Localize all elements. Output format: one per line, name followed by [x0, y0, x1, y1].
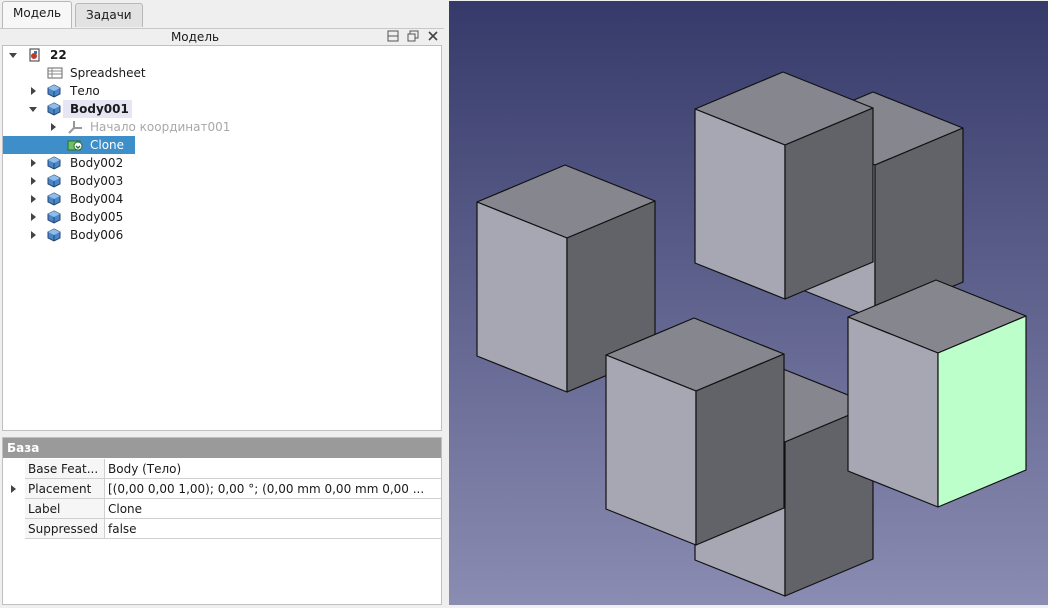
- tree-item[interactable]: Body006: [3, 226, 441, 244]
- tree-item[interactable]: Body003: [3, 172, 441, 190]
- 3d-viewport[interactable]: [449, 1, 1048, 605]
- property-name: Placement: [25, 479, 105, 499]
- spreadsheet-icon: [47, 66, 63, 80]
- property-name: Label: [25, 499, 105, 519]
- left-panel: Модель Задачи Модель 22 Spreadsheet Тело Bo…: [0, 0, 446, 605]
- panel-header: Модель: [0, 28, 444, 46]
- collapsed-arrow-icon[interactable]: [31, 195, 36, 203]
- tree-item-label: Body001: [63, 100, 132, 118]
- tree-item-label: Clone: [90, 138, 125, 152]
- tree-item[interactable]: Body005: [3, 208, 441, 226]
- collapsed-arrow-icon[interactable]: [31, 159, 36, 167]
- body-icon: [47, 228, 61, 242]
- expanded-arrow-icon[interactable]: [9, 53, 17, 58]
- property-value[interactable]: Clone: [105, 499, 441, 519]
- float-panel-icon[interactable]: [406, 30, 420, 44]
- tree-item[interactable]: Clone: [3, 136, 441, 154]
- body-icon: [47, 192, 61, 206]
- property-name: Suppressed: [25, 519, 105, 539]
- tree-item[interactable]: Spreadsheet: [3, 64, 441, 82]
- close-panel-icon[interactable]: [426, 30, 440, 44]
- model-tree[interactable]: 22 Spreadsheet Тело Body001 Начало координат…: [2, 45, 442, 431]
- property-group-header: База: [3, 438, 441, 458]
- body-icon: [47, 102, 61, 116]
- property-value[interactable]: Body (Тело): [105, 459, 441, 479]
- property-value[interactable]: [(0,00 0,00 1,00); 0,00 °; (0,00 mm 0,00…: [105, 479, 441, 499]
- tree-item-label: Body005: [70, 210, 124, 224]
- collapsed-arrow-icon[interactable]: [31, 87, 36, 95]
- collapsed-arrow-icon[interactable]: [51, 123, 56, 131]
- tree-item[interactable]: Body001: [3, 100, 441, 118]
- tree-item-label: 22: [50, 48, 67, 62]
- tab-tasks[interactable]: Задачи: [75, 3, 143, 27]
- tree-item-label: Body002: [70, 156, 124, 170]
- expand-arrow-icon[interactable]: [11, 485, 16, 493]
- body-icon: [47, 210, 61, 224]
- body-icon: [47, 156, 61, 170]
- document-icon: [27, 48, 41, 62]
- body-icon: [47, 84, 61, 98]
- collapsed-arrow-icon[interactable]: [31, 231, 36, 239]
- panel-title: Модель: [170, 30, 220, 44]
- tab-model[interactable]: Модель: [2, 1, 73, 28]
- tree-item[interactable]: 22: [3, 46, 441, 64]
- tree-item-label: Тело: [70, 84, 100, 98]
- tree-item-label: Spreadsheet: [70, 66, 146, 80]
- expanded-arrow-icon[interactable]: [29, 107, 37, 112]
- property-value[interactable]: false: [105, 519, 441, 539]
- tree-item-label: Body003: [70, 174, 124, 188]
- tree-item[interactable]: Body004: [3, 190, 441, 208]
- tree-item[interactable]: Начало координат001: [3, 118, 441, 136]
- origin-icon: [67, 120, 82, 134]
- minimize-panel-icon[interactable]: [386, 30, 400, 44]
- clone-icon: [67, 138, 83, 152]
- tree-item-label: Начало координат001: [90, 120, 231, 134]
- property-row[interactable]: Placement [(0,00 0,00 1,00); 0,00 °; (0,0…: [3, 479, 441, 499]
- property-row[interactable]: Label Clone: [3, 499, 441, 519]
- property-editor: База Base Feat... Body (Тело) Placement [(0…: [2, 437, 442, 605]
- tree-item[interactable]: Тело: [3, 82, 441, 100]
- collapsed-arrow-icon[interactable]: [31, 213, 36, 221]
- body-icon: [47, 174, 61, 188]
- tree-item-label: Body004: [70, 192, 124, 206]
- property-row[interactable]: Base Feat... Body (Тело): [3, 459, 441, 479]
- tree-item-label: Body006: [70, 228, 124, 242]
- property-row[interactable]: Suppressed false: [3, 519, 441, 539]
- collapsed-arrow-icon[interactable]: [31, 177, 36, 185]
- tab-bar: Модель Задачи: [0, 0, 446, 28]
- tree-item[interactable]: Body002: [3, 154, 441, 172]
- property-name: Base Feat...: [25, 459, 105, 479]
